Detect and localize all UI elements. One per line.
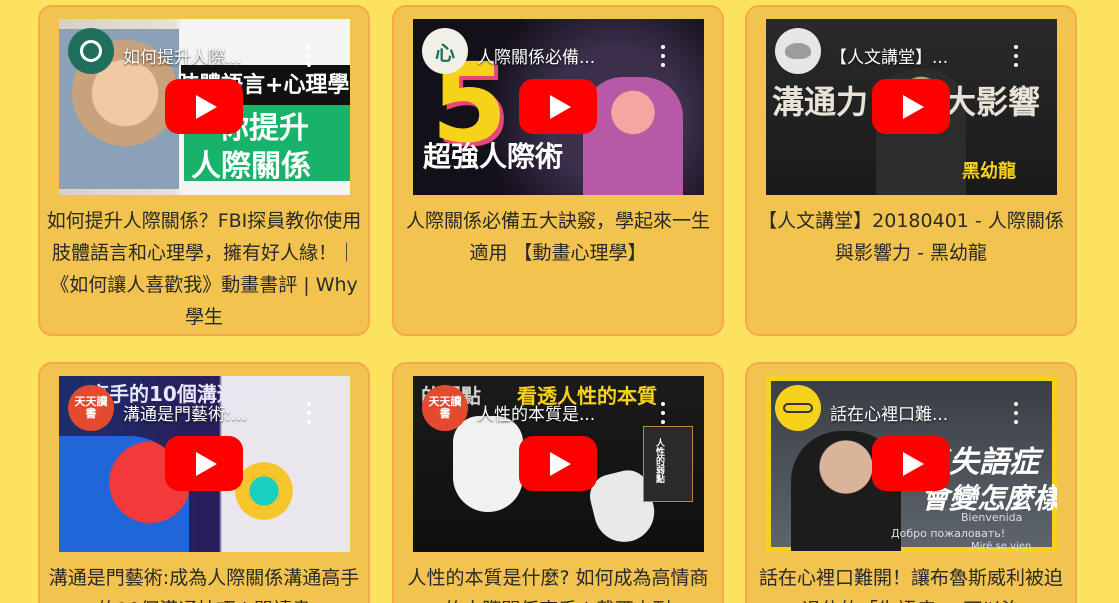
video-thumbnail[interactable]: 肢體語言+心理學 你提升 人際關係 如何提升人際... [59,19,350,195]
youtube-play-button[interactable] [165,436,243,491]
channel-avatar[interactable] [68,28,114,74]
thumbnail-text: 人性的弱點 [654,438,664,483]
video-card[interactable]: 5 超強人際術 心 人際關係必備... 人際關係必備五大訣竅，學起來一生適用 【… [392,5,724,336]
channel-avatar[interactable] [775,28,821,74]
video-card[interactable]: 肢體語言+心理學 你提升 人際關係 如何提升人際... 如何提升人際關係？FBI… [38,5,370,336]
thumbnail-text: 超強人際術 [423,140,564,173]
channel-avatar[interactable]: 天天讀書 [68,385,114,431]
video-caption: 如何提升人際關係？FBI探員教你使用肢體語言和心理學，擁有好人緣！｜《如何讓人喜… [46,210,362,328]
channel-avatar[interactable] [775,385,821,431]
video-caption: 人際關係必備五大訣竅，學起來一生適用 【動畫心理學】 [405,210,710,264]
video-card[interactable]: 得了失語症 會變怎麼樣? Bienvenida Добро пожаловать… [745,362,1077,603]
youtube-play-button[interactable] [519,436,597,491]
video-card[interactable]: 溝通力 大影響 黑幼龍 【人文講堂】... 【人文講堂】20180401 - 人… [745,5,1077,336]
video-thumbnail[interactable]: 5 超強人際術 心 人際關係必備... [413,19,704,195]
thumbnail-text: Mirë se vjen [971,541,1032,552]
video-card[interactable]: 的弱點 看透人性的本質 人性的弱點 天天讀書 人性的本質是... 人性的本質是什… [392,362,724,603]
youtube-play-button[interactable] [872,79,950,134]
youtube-play-button[interactable] [872,436,950,491]
video-thumbnail[interactable]: 溝通力 大影響 黑幼龍 【人文講堂】... [766,19,1057,195]
video-thumbnail[interactable]: 的弱點 看透人性的本質 人性的弱點 天天讀書 人性的本質是... [413,376,704,552]
video-title[interactable]: 【人文講堂】... [830,43,948,68]
kebab-menu-icon[interactable] [306,45,312,67]
video-title[interactable]: 如何提升人際... [123,43,241,68]
video-title[interactable]: 人性的本質是... [477,400,595,425]
kebab-menu-icon[interactable] [1013,402,1019,424]
kebab-menu-icon[interactable] [306,402,312,424]
video-title[interactable]: 溝通是門藝術:... [123,400,247,425]
video-card[interactable]: 高手的10個溝通技巧 天天讀書 溝通是門藝術:... 溝通是門藝術:成為人際關係… [38,362,370,603]
kebab-menu-icon[interactable] [1013,45,1019,67]
kebab-menu-icon[interactable] [660,45,666,67]
channel-avatar[interactable]: 天天讀書 [422,385,468,431]
thumbnail-text: 溝通力 [772,83,869,121]
youtube-play-button[interactable] [165,79,243,134]
kebab-menu-icon[interactable] [660,402,666,424]
video-thumbnail[interactable]: 得了失語症 會變怎麼樣? Bienvenida Добро пожаловать… [766,376,1057,552]
thumbnail-text: 黑幼龍 [962,161,1016,182]
video-caption: 溝通是門藝術:成為人際關係溝通高手的10個溝通技巧 | 閱讀書 [48,567,360,603]
video-caption: 話在心裡口難開！讓布魯斯威利被迫退休的「失語症」，可以治 [758,567,1063,603]
video-title[interactable]: 人際關係必備... [477,43,595,68]
channel-avatar[interactable]: 心 [422,28,468,74]
thumbnail-text: Bienvenida [961,511,1023,524]
video-caption: 【人文講堂】20180401 - 人際關係與影響力 - 黑幼龍 [758,210,1064,264]
thumbnail-text: 大影響 [944,83,1041,121]
video-thumbnail[interactable]: 高手的10個溝通技巧 天天讀書 溝通是門藝術:... [59,376,350,552]
video-caption: 人性的本質是什麼? 如何成為高情商的人際關係高手 | 戴爾卡耐 [407,567,709,603]
thumbnail-text: Добро пожаловать! [891,527,1006,540]
thumbnail-text: 人際關係 [191,149,311,184]
youtube-play-button[interactable] [519,79,597,134]
video-title[interactable]: 話在心裡口難... [830,400,948,425]
